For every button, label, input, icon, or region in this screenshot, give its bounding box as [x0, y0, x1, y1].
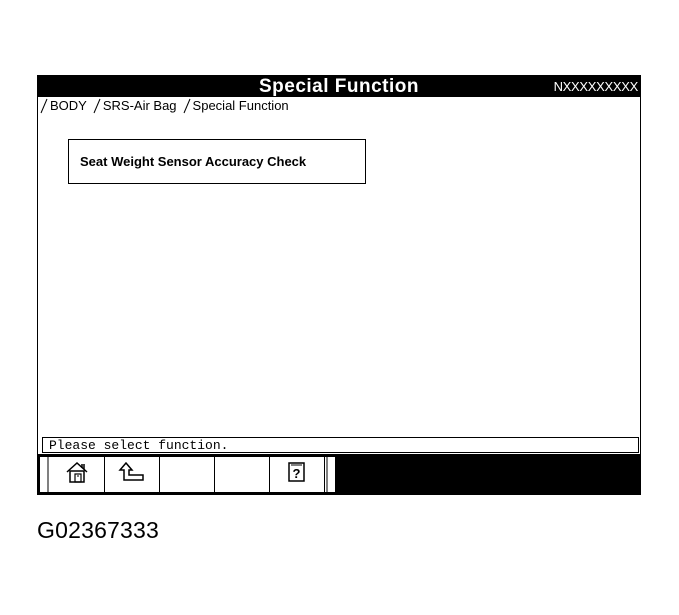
svg-text:?: ?: [293, 466, 301, 481]
bottom-toolbar: ?: [38, 454, 640, 495]
breadcrumb: BODY SRS-Air Bag Special Function: [40, 98, 295, 114]
breadcrumb-separator-icon: [40, 98, 48, 114]
back-button[interactable]: [105, 457, 160, 492]
breadcrumb-item-body[interactable]: BODY: [40, 98, 93, 114]
status-message: Please select function.: [42, 437, 639, 453]
help-icon: ?: [287, 461, 307, 488]
toolbar-blank-button-1[interactable]: [160, 457, 215, 492]
breadcrumb-item-special-function: Special Function: [183, 98, 295, 114]
home-icon: [64, 460, 90, 489]
breadcrumb-separator-icon: [93, 98, 101, 114]
home-button[interactable]: [50, 457, 105, 492]
title-bar: Special Function NXXXXXXXXX: [38, 76, 640, 97]
seat-weight-sensor-accuracy-check-button[interactable]: Seat Weight Sensor Accuracy Check: [68, 139, 366, 184]
breadcrumb-separator-icon: [183, 98, 191, 114]
scan-tool-screen: Special Function NXXXXXXXXX BODY SRS-Air…: [37, 75, 641, 495]
toolbar-edge: [40, 457, 50, 492]
toolbar-blank-button-2[interactable]: [215, 457, 270, 492]
breadcrumb-item-srs-air-bag[interactable]: SRS-Air Bag: [93, 98, 183, 114]
figure-id: G02367333: [37, 517, 160, 543]
page-title: Special Function: [258, 76, 420, 97]
vin-display: NXXXXXXXXX: [553, 79, 639, 94]
toolbar-edge: [325, 457, 335, 492]
back-arrow-icon: [118, 460, 146, 489]
help-button[interactable]: ?: [270, 457, 325, 492]
